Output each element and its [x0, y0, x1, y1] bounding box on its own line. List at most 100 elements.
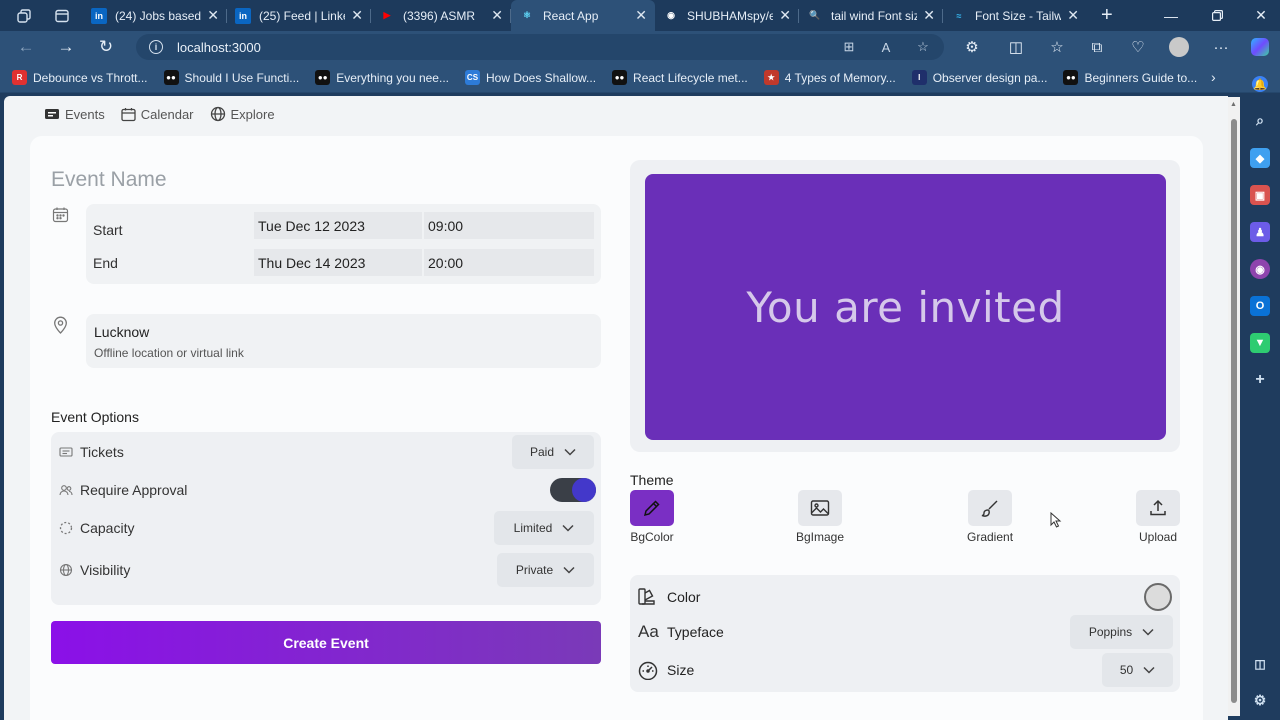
- approval-row: Require Approval: [51, 475, 601, 505]
- bookmark-item[interactable]: ●● Everything you nee...: [315, 70, 449, 85]
- search-icon[interactable]: ⌕: [1250, 110, 1270, 130]
- tab-close-icon[interactable]: ✕: [491, 7, 503, 24]
- bookmark-label: Everything you nee...: [336, 70, 449, 85]
- ticket-icon: [45, 109, 59, 119]
- tab-close-icon[interactable]: ✕: [207, 7, 219, 24]
- tab-close-icon[interactable]: ✕: [1067, 7, 1079, 24]
- eyedropper-icon: [630, 490, 674, 526]
- nav-events[interactable]: Events: [44, 107, 105, 122]
- start-time-field[interactable]: 09:00: [424, 212, 594, 239]
- copilot-icon[interactable]: [1249, 36, 1271, 58]
- color-swatch[interactable]: [1144, 583, 1172, 611]
- browser-tab[interactable]: ▶ (3396) ASMR ✕: [371, 0, 511, 31]
- scrollbar-thumb[interactable]: [1231, 119, 1237, 703]
- bookmark-item[interactable]: ●● Beginners Guide to...: [1063, 70, 1197, 85]
- app-available-icon[interactable]: ⊞: [841, 39, 857, 55]
- split-screen-icon[interactable]: ◫: [1005, 36, 1027, 58]
- bookmark-item[interactable]: ●● Should I Use Functi...: [163, 70, 299, 85]
- page-scrollbar[interactable]: ▲: [1228, 97, 1240, 716]
- size-select[interactable]: 50: [1102, 653, 1173, 687]
- performance-icon[interactable]: ♡: [1127, 36, 1149, 58]
- bookmarks-overflow-chevron-icon[interactable]: ›: [1211, 69, 1216, 85]
- visibility-label: Visibility: [80, 562, 131, 578]
- bookmark-item[interactable]: I Observer design pa...: [911, 70, 1047, 85]
- close-window-button[interactable]: ✕: [1238, 0, 1280, 31]
- address-bar[interactable]: i localhost:3000 ⊞ A ☆: [136, 34, 944, 60]
- refresh-button[interactable]: ↻: [92, 31, 120, 63]
- capacity-select[interactable]: Limited: [494, 511, 594, 545]
- browser-tab[interactable]: in (24) Jobs based o ✕: [83, 0, 227, 31]
- tools-icon[interactable]: ▣: [1250, 185, 1270, 205]
- brush-icon: [968, 490, 1013, 526]
- collections-icon[interactable]: ⧉: [1086, 36, 1108, 58]
- theme-upload-button[interactable]: Upload: [1136, 490, 1180, 544]
- end-label: End: [93, 255, 118, 271]
- event-name-input[interactable]: Event Name: [51, 168, 167, 192]
- read-aloud-icon[interactable]: A: [878, 39, 894, 55]
- tickets-select[interactable]: Paid: [512, 435, 594, 469]
- browser-tab[interactable]: 🔍 tail wind Font size ✕: [799, 0, 943, 31]
- scroll-up-arrow-icon[interactable]: ▲: [1230, 101, 1237, 108]
- tab-actions-icon[interactable]: [51, 5, 73, 27]
- more-menu-icon[interactable]: ···: [1210, 36, 1232, 58]
- favorite-star-icon[interactable]: ☆: [915, 39, 931, 55]
- invite-preview-text: You are invited: [746, 282, 1065, 332]
- end-time-field[interactable]: 20:00: [424, 249, 594, 276]
- visibility-select[interactable]: Private: [497, 553, 594, 587]
- favorites-icon[interactable]: ☆: [1046, 36, 1068, 58]
- shopping-tag-icon[interactable]: ◆: [1250, 148, 1270, 168]
- mouse-pointer-icon: [1050, 511, 1062, 533]
- tab-close-icon[interactable]: ✕: [923, 7, 935, 24]
- forward-button[interactable]: →: [52, 31, 80, 63]
- color-row: Color: [630, 582, 1180, 612]
- browser-tab[interactable]: ≈ Font Size - Tailwin ✕: [943, 0, 1087, 31]
- bookmark-item[interactable]: ★ 4 Types of Memory...: [763, 70, 896, 85]
- tab-close-icon[interactable]: ✕: [351, 7, 363, 24]
- typeface-value: Poppins: [1088, 625, 1133, 639]
- tab-title: tail wind Font size: [831, 8, 918, 23]
- site-info-icon[interactable]: i: [149, 40, 163, 54]
- tab-close-icon[interactable]: ✕: [779, 7, 791, 24]
- typeface-select[interactable]: Poppins: [1070, 615, 1173, 649]
- typeface-label: Typeface: [667, 624, 724, 640]
- tab-close-icon[interactable]: ✕: [635, 7, 647, 24]
- create-event-button[interactable]: Create Event: [51, 621, 601, 664]
- microsoft365-icon[interactable]: ◉: [1250, 259, 1270, 279]
- browser-tab[interactable]: ◉ SHUBHAMspy/ev ✕: [655, 0, 799, 31]
- nav-explore[interactable]: Explore: [210, 106, 275, 122]
- nav-calendar[interactable]: Calendar: [121, 107, 194, 122]
- url-text[interactable]: localhost:3000: [177, 40, 261, 55]
- new-tab-button[interactable]: +: [1101, 4, 1113, 27]
- bookmark-item[interactable]: R Debounce vs Thrott...: [12, 70, 148, 85]
- theme-bgimage-button[interactable]: BgImage: [796, 490, 844, 544]
- games-icon[interactable]: ♟: [1250, 222, 1270, 242]
- bookmark-item[interactable]: ●● React Lifecycle met...: [612, 70, 748, 85]
- maximize-button[interactable]: [1194, 0, 1240, 31]
- theme-bgcolor-button[interactable]: BgColor: [630, 490, 674, 544]
- hide-sidebar-icon[interactable]: ◫: [1250, 654, 1270, 674]
- extensions-icon[interactable]: ⚙: [961, 36, 983, 58]
- nav-explore-label: Explore: [230, 106, 275, 122]
- workspaces-icon[interactable]: [13, 5, 35, 27]
- notification-bell-icon[interactable]: 🔔: [1252, 76, 1268, 92]
- outlook-icon[interactable]: O: [1250, 296, 1270, 316]
- end-date-field[interactable]: Thu Dec 14 2023: [254, 249, 422, 276]
- bookmark-item[interactable]: CS How Does Shallow...: [464, 70, 596, 85]
- tab-title: SHUBHAMspy/ev: [687, 8, 774, 23]
- start-date-field[interactable]: Tue Dec 12 2023: [254, 212, 422, 239]
- drop-icon[interactable]: ▼: [1250, 333, 1270, 353]
- back-button[interactable]: ←: [12, 31, 40, 63]
- approval-toggle[interactable]: [550, 478, 596, 502]
- upload-icon: [1136, 490, 1180, 526]
- browser-tab[interactable]: in (25) Feed | Linked ✕: [227, 0, 371, 31]
- browser-tab[interactable]: ⚛ React App ✕: [511, 0, 655, 31]
- theme-gradient-button[interactable]: Gradient: [967, 490, 1013, 544]
- minimize-button[interactable]: —: [1148, 0, 1194, 31]
- bookmark-favicon-icon: I: [911, 70, 927, 85]
- sidebar-settings-icon[interactable]: ⚙: [1250, 690, 1270, 710]
- add-sidebar-app-icon[interactable]: +: [1250, 370, 1270, 390]
- location-input[interactable]: Lucknow Offline location or virtual link: [86, 314, 601, 368]
- tab-favicon-icon: 🔍: [809, 10, 821, 20]
- profile-avatar[interactable]: [1168, 36, 1190, 58]
- tab-favicon-icon: ⚛: [522, 10, 532, 20]
